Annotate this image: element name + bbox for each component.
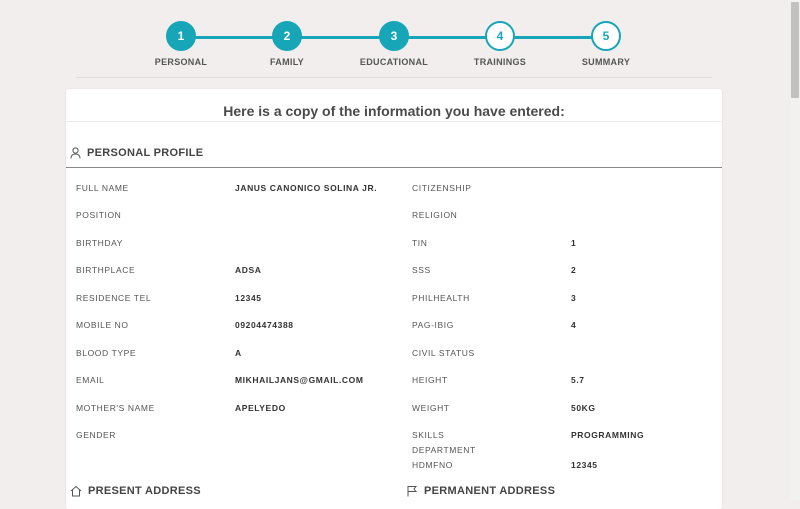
step-label: TRAININGS bbox=[473, 57, 527, 67]
field-label: MOBILE NO bbox=[76, 320, 129, 330]
step-personal[interactable]: 1 PERSONAL bbox=[131, 21, 231, 67]
field-label: BIRTHPLACE bbox=[76, 265, 136, 275]
field-value: 12345 bbox=[235, 293, 262, 303]
field-label: PAG-IBIG bbox=[412, 320, 454, 330]
divider bbox=[66, 121, 722, 122]
field-label: TIN bbox=[412, 238, 428, 248]
step-number: 3 bbox=[379, 21, 409, 51]
field-label: DEPARTMENT bbox=[412, 445, 476, 455]
home-icon bbox=[70, 485, 82, 497]
field-value: PROGRAMMING bbox=[571, 430, 645, 440]
user-icon bbox=[70, 147, 81, 159]
field-value: APELYEDO bbox=[235, 403, 286, 413]
step-number: 4 bbox=[485, 21, 515, 51]
step-label: PERSONAL bbox=[154, 57, 208, 67]
field-label: POSITION bbox=[76, 210, 122, 220]
field-value: MIKHAILJANS@GMAIL.COM bbox=[235, 375, 364, 385]
summary-heading: Here is a copy of the information you ha… bbox=[223, 103, 565, 119]
scrollbar-thumb[interactable] bbox=[791, 2, 799, 98]
field-label: HEIGHT bbox=[412, 375, 448, 385]
field-value: A bbox=[235, 348, 242, 358]
permanent-address-title: PERMANENT ADDRESS bbox=[406, 485, 555, 497]
step-number: 1 bbox=[166, 21, 196, 51]
step-number: 2 bbox=[272, 21, 302, 51]
field-value: ADSA bbox=[235, 265, 262, 275]
section-title-text: PERSONAL PROFILE bbox=[87, 147, 204, 159]
field-value: 1 bbox=[571, 238, 577, 248]
field-label: SSS bbox=[412, 265, 431, 275]
field-label: GENDER bbox=[76, 430, 116, 440]
field-label: HDMFNO bbox=[412, 460, 453, 470]
page-scrollbar[interactable] bbox=[790, 0, 800, 500]
field-value: 4 bbox=[571, 320, 577, 330]
field-label: RELIGION bbox=[412, 210, 458, 220]
field-value: JANUS CANONICO SOLINA JR. bbox=[235, 183, 378, 193]
field-value: 50KG bbox=[571, 403, 596, 413]
field-label: CITIZENSHIP bbox=[412, 183, 472, 193]
step-family[interactable]: 2 FAMILY bbox=[237, 21, 337, 67]
section-title-text: PRESENT ADDRESS bbox=[88, 485, 201, 497]
progress-stepper: 1 PERSONAL 2 FAMILY 3 EDUCATIONAL 4 TRAI… bbox=[0, 0, 790, 80]
divider bbox=[76, 77, 712, 78]
step-number: 5 bbox=[591, 21, 621, 51]
step-educational[interactable]: 3 EDUCATIONAL bbox=[344, 21, 444, 67]
step-label: FAMILY bbox=[270, 57, 304, 67]
field-label: MOTHER'S NAME bbox=[76, 403, 155, 413]
field-value: 2 bbox=[571, 265, 577, 275]
field-value: 12345 bbox=[571, 460, 598, 470]
field-label: BIRTHDAY bbox=[76, 238, 123, 248]
field-value: 3 bbox=[571, 293, 577, 303]
field-value: 5.7 bbox=[571, 375, 585, 385]
section-divider bbox=[66, 167, 722, 168]
field-label: WEIGHT bbox=[412, 403, 450, 413]
present-address-title: PRESENT ADDRESS bbox=[70, 485, 201, 497]
step-trainings[interactable]: 4 TRAININGS bbox=[450, 21, 550, 67]
field-label: EMAIL bbox=[76, 375, 105, 385]
field-value: 09204474388 bbox=[235, 320, 294, 330]
flag-icon bbox=[407, 486, 418, 497]
step-label: SUMMARY bbox=[581, 57, 631, 67]
field-label: CIVIL STATUS bbox=[412, 348, 475, 358]
step-summary[interactable]: 5 SUMMARY bbox=[556, 21, 656, 67]
personal-profile-title: PERSONAL PROFILE bbox=[70, 147, 203, 159]
summary-card: Here is a copy of the information you ha… bbox=[66, 89, 722, 509]
field-label: BLOOD TYPE bbox=[76, 348, 137, 358]
field-label: RESIDENCE TEL bbox=[76, 293, 152, 303]
field-label: FULL NAME bbox=[76, 183, 129, 193]
step-label: EDUCATIONAL bbox=[359, 57, 429, 67]
field-label: SKILLS bbox=[412, 430, 445, 440]
section-title-text: PERMANENT ADDRESS bbox=[424, 485, 556, 497]
field-label: PHILHEALTH bbox=[412, 293, 470, 303]
